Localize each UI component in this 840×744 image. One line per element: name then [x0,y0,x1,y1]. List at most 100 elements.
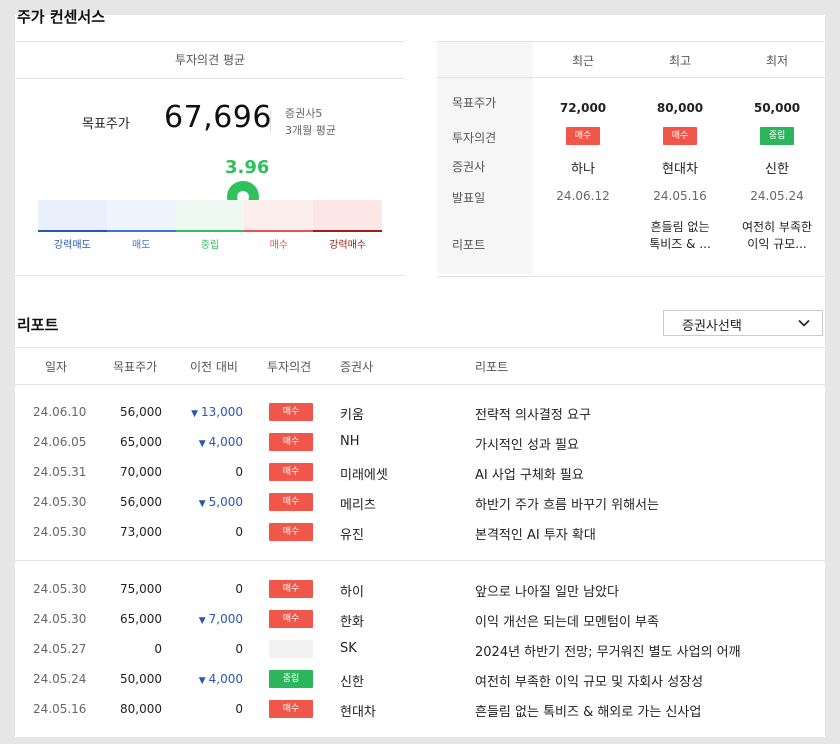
table-row[interactable]: 24.05.30 56,000 ▼ 5,000 매수 메리츠 하반기 주가 흐름 바꾸기 위… [15,491,825,513]
row-target-price: 65,000 [120,435,162,449]
row-report-link[interactable]: 앞으로 나아질 일만 남았다 [475,581,619,600]
row-target-price: 80,000 [120,702,162,716]
divider [15,275,405,276]
row-report-link[interactable]: 본격적인 AI 투자 확대 [475,524,596,543]
row-opinion: 매수 [269,610,313,628]
table-row[interactable]: 24.06.05 65,000 ▼ 4,000 매수 NH 가시적인 성과 필요 [15,431,825,453]
row-report-link[interactable]: 여전히 부족한 이익 규모 및 자회사 성장성 [475,671,703,690]
opinion-badge [269,640,313,658]
opinion-badge: 매수 [269,610,313,628]
opinion-badge: 매수 [269,700,313,718]
row-date: 24.05.30 [33,612,87,626]
row-date: 24.05.30 [33,582,87,596]
row-opinion: 매수 [269,580,313,598]
row-broker: 메리츠 [340,498,376,513]
reports-title: 리포트 [17,316,59,334]
gauge-segment-strong-sell [38,200,107,232]
table-row[interactable]: 24.05.30 73,000 0 매수 유진 본격적인 AI 투자 확대 [15,521,825,543]
high-report-line2: 톡비즈 & ... [649,237,711,251]
opinion-badge: 매수 [662,127,698,145]
high-report-line1: 흔들림 없는 [650,220,710,234]
down-arrow-icon: ▼ [198,616,206,626]
opinion-badge: 중립 [269,670,313,688]
row-report-link[interactable]: 2024년 하반기 전망; 무거워진 별도 사업의 어깨 [475,641,741,660]
recent-price: 72,000 [559,101,607,115]
target-price-label: 목표주가 [82,117,130,132]
high-report-link[interactable]: 흔들림 없는 톡비즈 & ... [640,219,720,253]
row-date: 24.05.30 [33,495,87,509]
table-row[interactable]: 24.05.30 65,000 ▼ 7,000 매수 한화 이익 개선은 되는데 모멘텀이 … [15,608,825,630]
row-date: 24.06.10 [33,405,87,419]
table-row[interactable]: 24.05.31 70,000 0 매수 미래에셋 AI 사업 구체화 필요 [15,461,825,483]
row-report-link[interactable]: 이익 개선은 되는데 모멘텀이 부족 [475,611,659,630]
col-low: 최저 [765,54,789,68]
table-row[interactable]: 24.06.10 56,000 ▼ 13,000 매수 키움 전략적 의사결정 요구 [15,401,825,423]
opinion-badge: 매수 [269,580,313,598]
row-opinion [269,640,313,662]
row-opinion: 매수 [269,433,313,451]
low-broker: 신한 [765,162,789,177]
row-report-link[interactable]: 흔들림 없는 톡비즈 & 해외로 가는 신사업 [475,701,701,720]
high-date: 24.05.16 [653,189,707,203]
row-broker: 하이 [340,585,364,600]
broker-count: 증권사5 [285,107,323,120]
diff-value: 4,000 [208,435,243,449]
th-diff: 이전 대비 [190,360,238,374]
down-arrow-icon: ▼ [191,409,198,419]
table-row[interactable]: 24.05.30 75,000 0 매수 하이 앞으로 나아질 일만 남았다 [15,578,825,600]
row-broker: 현대차 [340,705,376,720]
row-date: 24.05.24 [33,672,87,686]
row-diff: 0 [183,642,243,656]
row-report-link[interactable]: AI 사업 구체화 필요 [475,464,584,483]
row-diff: 0 [183,702,243,716]
th-report: 리포트 [475,360,509,374]
down-arrow-icon: ▼ [198,499,206,509]
recent-opinion: 매수 [543,127,623,145]
table-row[interactable]: 24.05.27 0 0 SK 2024년 하반기 전망; 무거워진 별도 사업의 어깨 [15,638,825,660]
row-target-price: 0 [154,642,162,656]
row-diff: ▼ 5,000 [183,495,243,509]
row-report-link[interactable]: 하반기 주가 흐름 바꾸기 위해서는 [475,494,659,513]
row-label-target: 목표주가 [452,96,497,110]
row-date: 24.06.05 [33,435,87,449]
low-report-line2: 이익 규모... [747,237,807,251]
broker-select[interactable]: 증권사선택 [663,310,823,336]
row-label-broker: 증권사 [452,160,486,174]
col-recent: 최근 [571,54,595,68]
gauge-segment-hold [175,200,245,232]
col-high: 최고 [668,54,692,68]
diff-value: 0 [235,702,243,716]
gauge-segment-buy [244,200,314,232]
table-row[interactable]: 24.05.24 50,000 ▼ 4,000 중립 신한 여전히 부족한 이익 규모 및 … [15,668,825,690]
diff-value: 0 [235,582,243,596]
diff-value: 0 [235,642,243,656]
opinion-badge: 중립 [759,127,795,145]
low-report-link[interactable]: 여전히 부족한 이익 규모... [737,219,817,253]
row-diff: ▼ 7,000 [183,612,243,626]
recent-date: 24.06.12 [556,189,610,203]
diff-value: 5,000 [208,495,243,509]
chevron-down-icon [798,319,810,327]
opinion-badge: 매수 [269,523,313,541]
down-arrow-icon: ▼ [198,439,206,449]
row-date: 24.05.27 [33,642,87,656]
row-date: 24.05.30 [33,525,87,539]
gauge-label-buy: 매수 [269,240,288,251]
row-target-price: 65,000 [120,612,162,626]
gauge-label-hold: 중립 [200,240,220,251]
row-opinion: 중립 [269,670,313,688]
diff-value: 4,000 [208,672,243,686]
row-report-link[interactable]: 가시적인 성과 필요 [475,434,579,453]
row-opinion: 매수 [269,463,313,481]
broker-select-value: 증권사선택 [682,319,742,334]
average-period: 3개월 평균 [285,124,336,137]
opinion-badge: 매수 [269,493,313,511]
table-row[interactable]: 24.05.16 80,000 0 매수 현대차 흔들림 없는 톡비즈 & 해외로 가는 … [15,698,825,720]
row-target-price: 70,000 [120,465,162,479]
row-label-date: 발표일 [452,191,486,205]
row-opinion: 매수 [269,523,313,541]
diff-value: 0 [235,525,243,539]
row-report-link[interactable]: 전략적 의사결정 요구 [475,404,591,423]
target-price-value: 67,696 [164,100,272,135]
gauge-label-strong-sell: 강력매도 [53,240,91,251]
